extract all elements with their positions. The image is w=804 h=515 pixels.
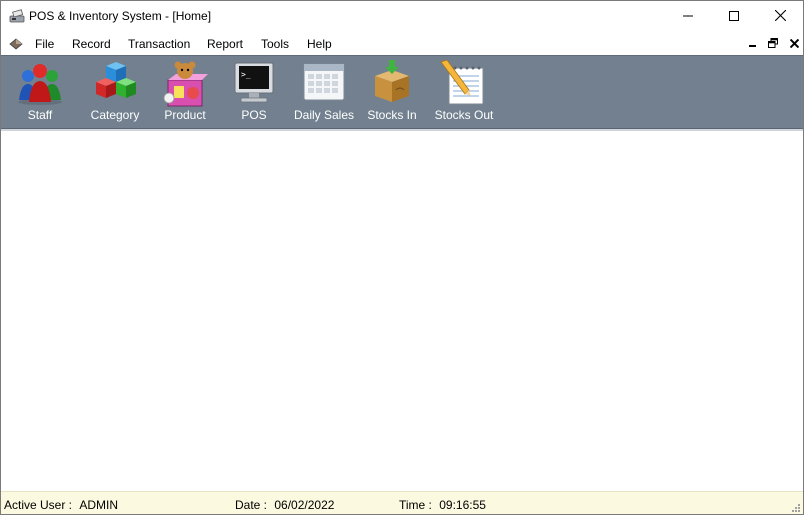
status-time-value: 09:16:55	[439, 498, 486, 512]
cash-register-icon	[8, 8, 26, 24]
close-button[interactable]	[757, 1, 803, 32]
toolbar-pos-button[interactable]: >_ POS	[229, 56, 279, 128]
status-date-label: Date :	[235, 498, 268, 512]
toolbar: Staff Category Product >_ POS Daily Sale…	[1, 55, 803, 129]
box-in-icon	[369, 56, 415, 109]
child-minimize-button[interactable]	[746, 36, 760, 50]
minimize-button[interactable]	[665, 1, 711, 32]
menu-file[interactable]: File	[35, 37, 54, 51]
status-date-value: 06/02/2022	[274, 498, 335, 512]
title-bar[interactable]: POS & Inventory System - [Home]	[1, 1, 803, 32]
toolbar-category-button[interactable]: Category	[85, 56, 145, 128]
toolbar-stocks-out-button[interactable]: Stocks Out	[431, 56, 497, 128]
toolbar-staff-label: Staff	[27, 108, 53, 122]
menu-tools[interactable]: Tools	[261, 37, 289, 51]
toolbar-stocks-out-label: Stocks Out	[434, 108, 494, 122]
calendar-icon	[301, 56, 347, 109]
status-date: Date : 06/02/2022	[235, 498, 334, 512]
toolbar-category-label: Category	[90, 108, 140, 122]
status-time-label: Time :	[399, 498, 432, 512]
close-icon	[774, 9, 786, 24]
toolbar-product-button[interactable]: Product	[159, 56, 211, 128]
menu-bar: File Record Transaction Report Tools Hel…	[1, 32, 803, 55]
users-icon	[15, 56, 65, 109]
toolbar-product-label: Product	[164, 108, 206, 122]
minimize-icon	[683, 10, 693, 24]
terminal-icon: >_	[231, 56, 277, 109]
status-bar: Active User : ADMIN Date : 06/02/2022 Ti…	[1, 491, 803, 514]
status-user-label: Active User :	[4, 498, 73, 512]
toolbar-daily-sales-button[interactable]: Daily Sales	[291, 56, 357, 128]
toolbar-stocks-in-label: Stocks In	[367, 108, 417, 122]
status-user-value: ADMIN	[79, 498, 119, 512]
status-time: Time : 09:16:55	[399, 498, 486, 512]
menu-help[interactable]: Help	[307, 37, 332, 51]
toolbar-daily-sales-label: Daily Sales	[293, 108, 355, 122]
notepad-pencil-icon	[439, 56, 489, 111]
app-window: POS & Inventory System - [Home] File Rec…	[0, 0, 804, 515]
svg-text:>_: >_	[241, 70, 251, 79]
toolbar-pos-label: POS	[241, 108, 267, 122]
toolbar-stocks-in-button[interactable]: Stocks In	[363, 56, 421, 128]
resize-grip-icon[interactable]	[790, 501, 800, 512]
menu-transaction[interactable]: Transaction	[128, 37, 190, 51]
child-close-button[interactable]	[787, 36, 801, 50]
child-restore-button[interactable]	[766, 36, 780, 50]
maximize-icon	[729, 10, 739, 24]
mdi-child-icon[interactable]	[8, 36, 24, 52]
toy-box-icon	[162, 56, 208, 111]
menu-record[interactable]: Record	[72, 37, 111, 51]
mdi-client-area	[1, 129, 803, 491]
window-title: POS & Inventory System - [Home]	[29, 9, 212, 23]
cubes-icon	[90, 56, 140, 109]
toolbar-staff-button[interactable]: Staff	[11, 56, 69, 128]
status-active-user: Active User : ADMIN	[4, 498, 118, 512]
menu-report[interactable]: Report	[207, 37, 243, 51]
maximize-button[interactable]	[711, 1, 757, 32]
